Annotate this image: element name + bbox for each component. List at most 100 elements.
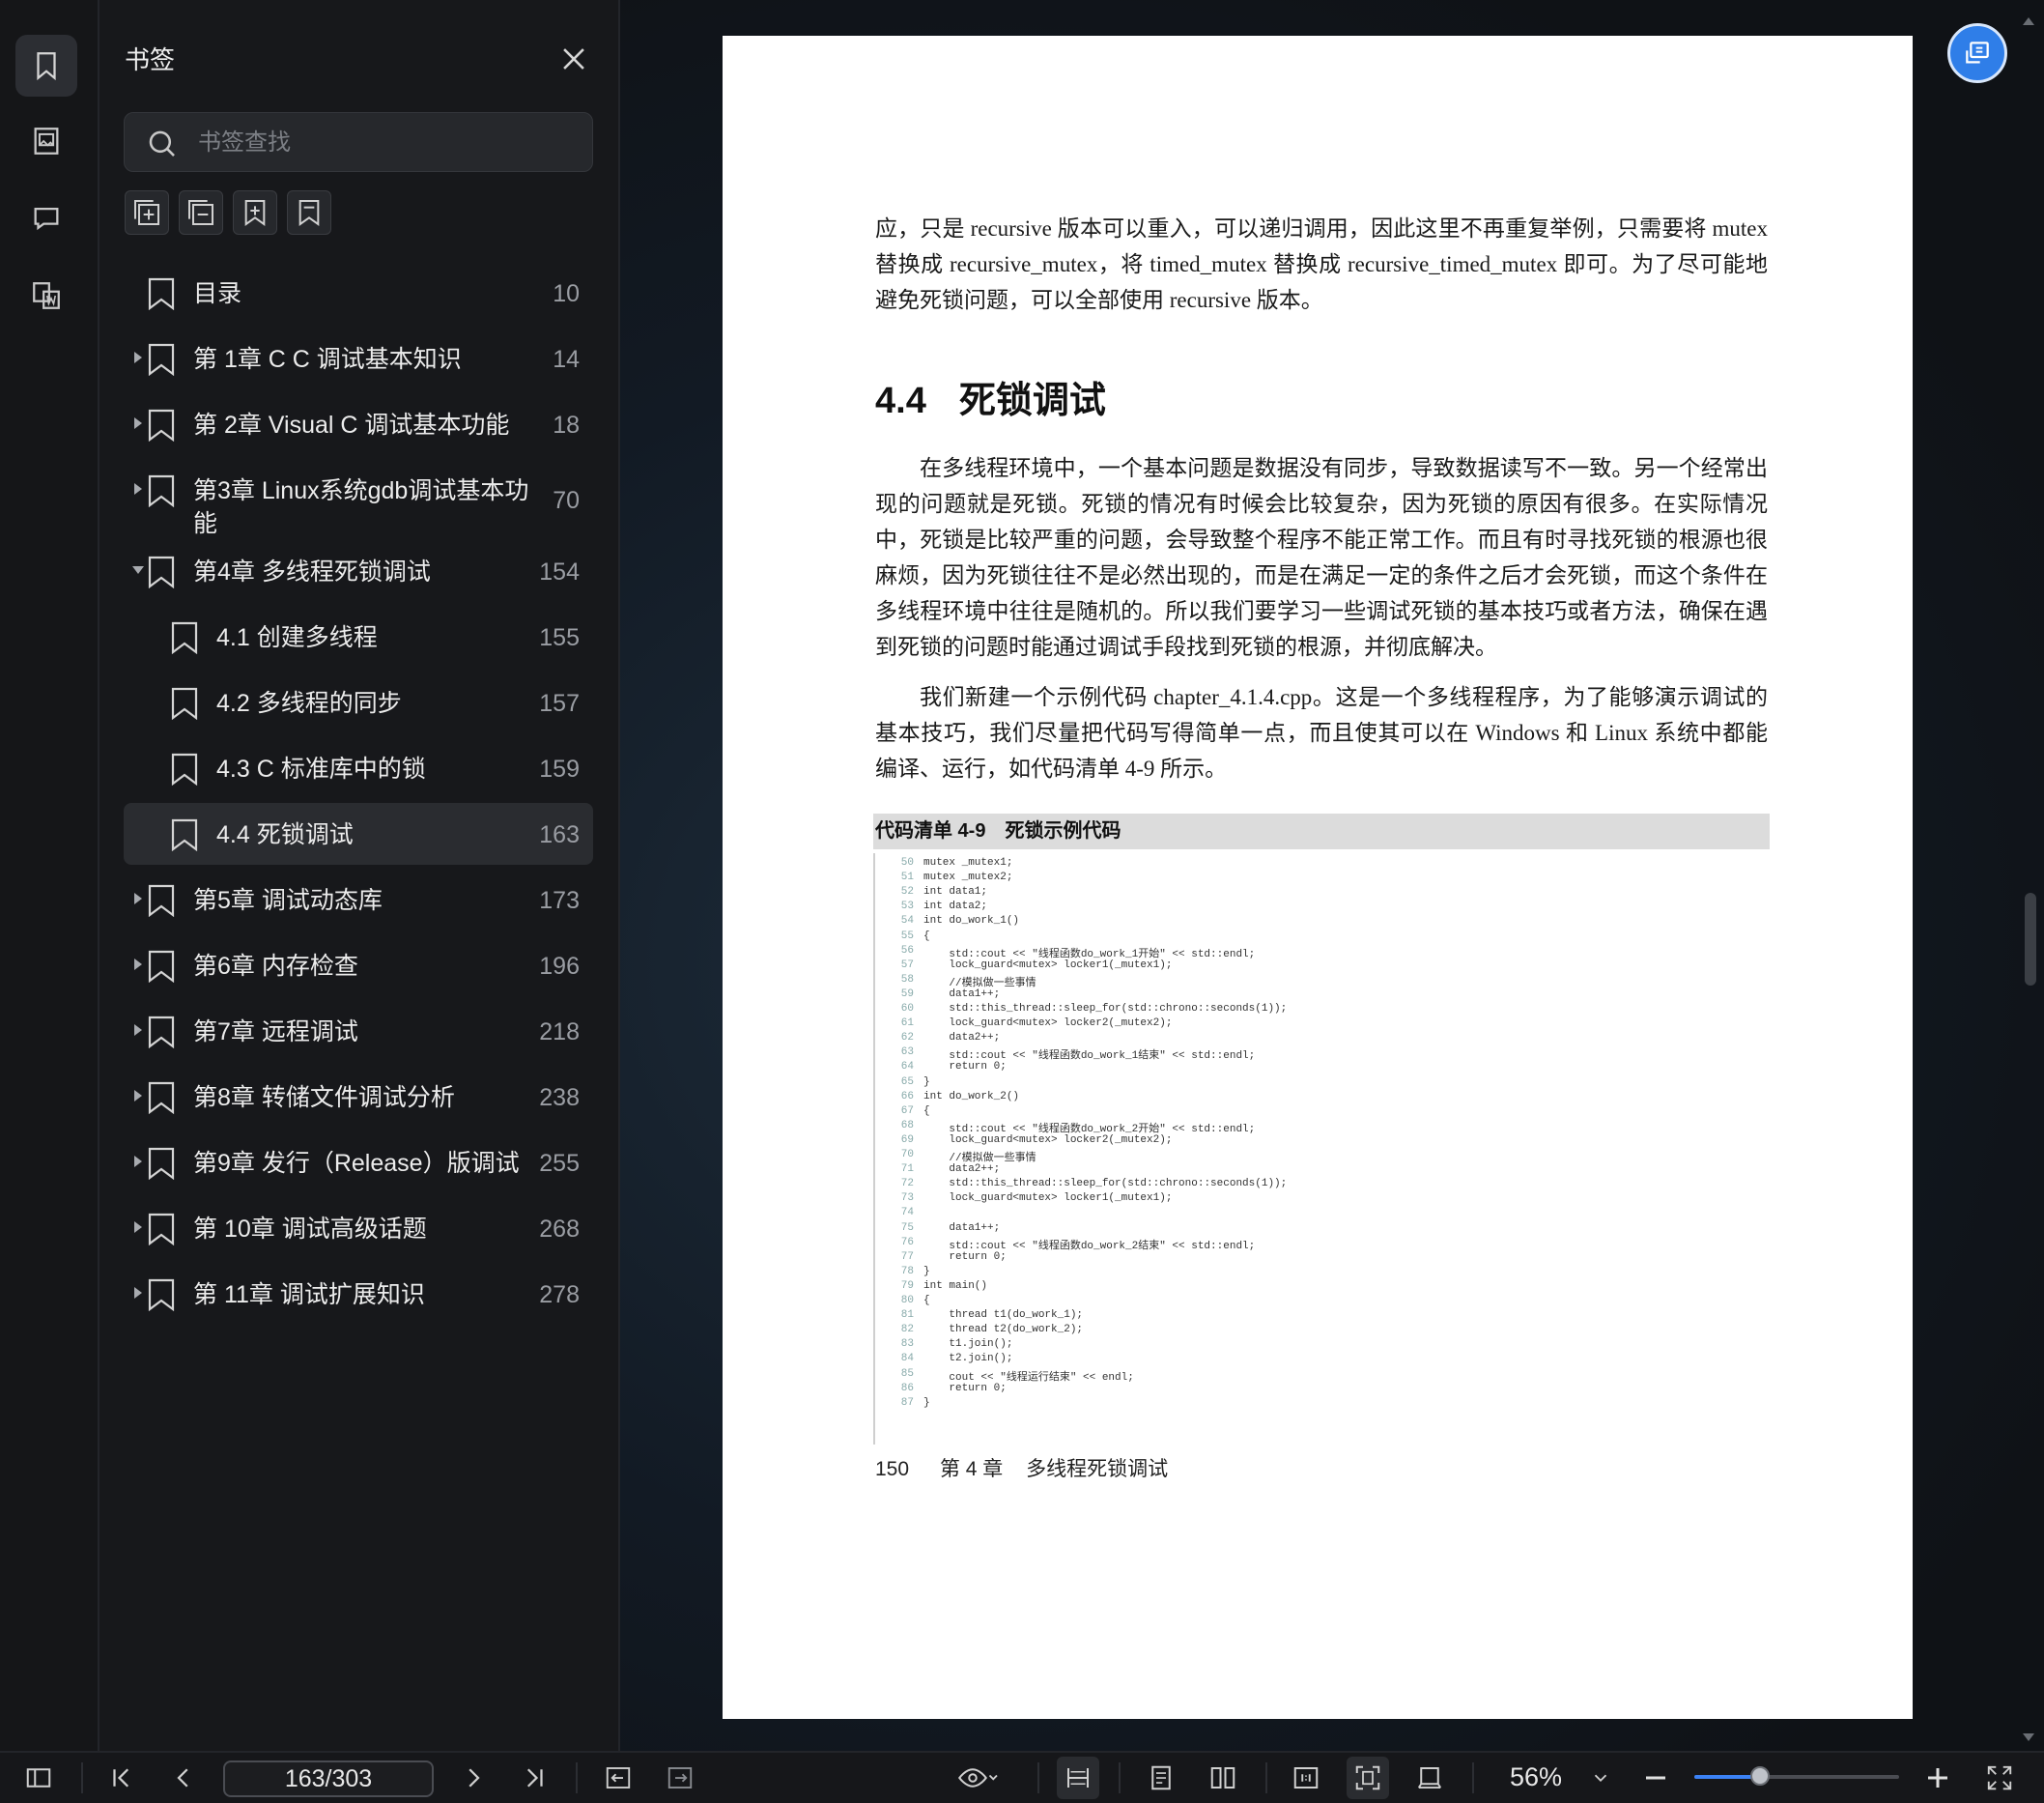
bookmark-item[interactable]: 第5章 调试动态库 173 [124,869,593,930]
bookmark-item[interactable]: 第4章 多线程死锁调试 154 [124,540,593,602]
code-line: return 0; [923,1250,1007,1263]
zoom-in-button[interactable] [1920,1760,1955,1795]
close-icon[interactable] [557,43,590,75]
back-view-button[interactable] [601,1760,636,1795]
code-line: mutex _mutex1; [923,857,1013,869]
bookmark-item[interactable]: 第 1章 C C 调试基本知识 14 [124,328,593,389]
caret-right-icon[interactable] [131,1220,145,1234]
bookmark-item[interactable]: 目录 10 [124,262,593,324]
bookmark-item[interactable]: 第7章 远程调试 218 [124,1000,593,1062]
bookmark-item[interactable]: 4.4 死锁调试 163 [124,803,593,865]
next-page-button[interactable] [456,1760,491,1795]
comment-panel-button[interactable] [15,187,77,249]
footer-chapter: 第 4 章 [939,1458,1004,1480]
scroll-up-arrow-icon[interactable] [2023,17,2034,25]
caret-right-icon[interactable] [131,1023,145,1037]
expand-all-button[interactable] [125,190,169,235]
caret-down-icon[interactable] [131,563,145,577]
caret-right-icon[interactable] [131,416,145,430]
bookmark-icon [148,1213,175,1245]
scroll-down-arrow-icon[interactable] [2023,1733,2034,1741]
bookmark-panel-button[interactable] [15,35,77,97]
fullscreen-button[interactable] [1982,1760,2017,1795]
bookmark-label: 第4章 多线程死锁调试 [193,558,431,586]
fit-width-button[interactable] [1057,1757,1099,1799]
fit-page-button[interactable] [1347,1757,1389,1799]
chevron-down-icon [1594,1774,1607,1783]
rotate-page-button[interactable] [1412,1760,1447,1795]
bookmark-item[interactable]: 4.2 多线程的同步 157 [124,672,593,733]
bookmark-item[interactable]: 第 2章 Visual C 调试基本功能 18 [124,393,593,455]
zoom-dropdown-button[interactable] [1586,1760,1615,1795]
first-page-button[interactable] [104,1760,139,1795]
bookmark-item[interactable]: 第3章 Linux系统gdb调试基本功能 70 [124,459,593,540]
caret-right-icon[interactable] [131,482,145,496]
zoom-level-select[interactable]: 56% [1510,1762,1562,1792]
word-convert-panel-button[interactable] [15,265,77,327]
floating-translate-button[interactable] [1947,23,2007,83]
bookmark-page-number: 159 [539,756,580,783]
bookmark-label: 第6章 内存检查 [193,953,358,980]
code-line: thread t1(do_work_1); [923,1309,1084,1322]
caret-right-icon[interactable] [131,351,145,364]
bookmark-item[interactable]: 4.1 创建多线程 155 [124,606,593,668]
bookmark-search-input[interactable] [196,123,577,163]
vertical-scrollbar-thumb[interactable] [2025,893,2036,986]
forward-view-button[interactable] [663,1760,697,1795]
bookmark-item[interactable]: 第 10章 调试高级话题 268 [124,1197,593,1259]
bookmark-icon [148,409,175,442]
zoom-slider-handle[interactable] [1749,1766,1770,1786]
bookmark-page-number: 278 [539,1281,580,1308]
code-line-number: 58 [900,973,914,986]
reading-mode-button[interactable] [949,1760,1007,1795]
code-line-number: 80 [900,1295,914,1306]
bookmark-item[interactable]: 4.3 C 标准库中的锁 159 [124,737,593,799]
eye-icon [958,1768,998,1788]
code-line-number: 51 [900,872,914,884]
bookmark-item[interactable]: 第9章 发行（Release）版调试 255 [124,1131,593,1193]
section-title: 死锁调试 [958,381,1106,421]
toggle-sidebar-button[interactable] [21,1760,56,1795]
code-line-number: 82 [900,1324,914,1336]
bookmark-outline-icon [298,200,320,226]
last-page-button[interactable] [517,1760,552,1795]
footer-page-number: 150 [875,1458,910,1480]
bookmark-icon [148,277,175,310]
first-page-icon [113,1768,129,1788]
collapse-all-button[interactable] [179,190,223,235]
bookmark-label: 4.2 多线程的同步 [216,690,402,717]
caret-right-icon[interactable] [131,1089,145,1102]
code-line: thread t2(do_work_2); [923,1324,1084,1336]
bookmark-page-number: 268 [539,1216,580,1243]
add-bookmark-button[interactable] [233,190,277,235]
code-line-number: 67 [900,1104,914,1117]
single-page-button[interactable] [1144,1760,1178,1795]
bookmark-item[interactable]: 第8章 转储文件调试分析 238 [124,1066,593,1128]
previous-page-button[interactable] [166,1760,201,1795]
bookmark-page-number: 154 [539,558,580,586]
code-line: lock_guard<mutex> locker1(_mutex1); [923,959,1173,971]
bookmark-label: 第 1章 C C 调试基本知识 [193,346,462,373]
caret-right-icon[interactable] [131,892,145,905]
bookmark-item[interactable]: 第6章 内存检查 196 [124,934,593,996]
actual-size-button[interactable] [1289,1760,1323,1795]
add-child-bookmark-button[interactable] [287,190,331,235]
zoom-out-button[interactable] [1638,1760,1673,1795]
zoom-slider[interactable] [1694,1766,1899,1786]
page-number-input[interactable]: 163/303 [223,1760,434,1797]
bookmark-item[interactable]: 第 11章 调试扩展知识 278 [124,1263,593,1325]
code-line-number: 60 [900,1003,914,1015]
collapse-all-icon [188,200,213,225]
code-line: std::cout << "线程函数do_work_2开始" << std::e… [923,1123,1256,1135]
bookmark-label: 第7章 远程调试 [193,1018,358,1045]
caret-right-icon[interactable] [131,1286,145,1300]
code-line: } [923,1265,930,1277]
caret-right-icon[interactable] [131,1155,145,1168]
code-line-number: 78 [900,1265,914,1277]
footer-title: 多线程死锁调试 [1026,1458,1169,1480]
comment-icon [34,207,59,231]
bookmark-label: 第9章 发行（Release）版调试 [193,1150,520,1177]
thumbnail-panel-button[interactable] [15,110,77,172]
caret-right-icon[interactable] [131,958,145,971]
double-page-button[interactable] [1206,1760,1240,1795]
